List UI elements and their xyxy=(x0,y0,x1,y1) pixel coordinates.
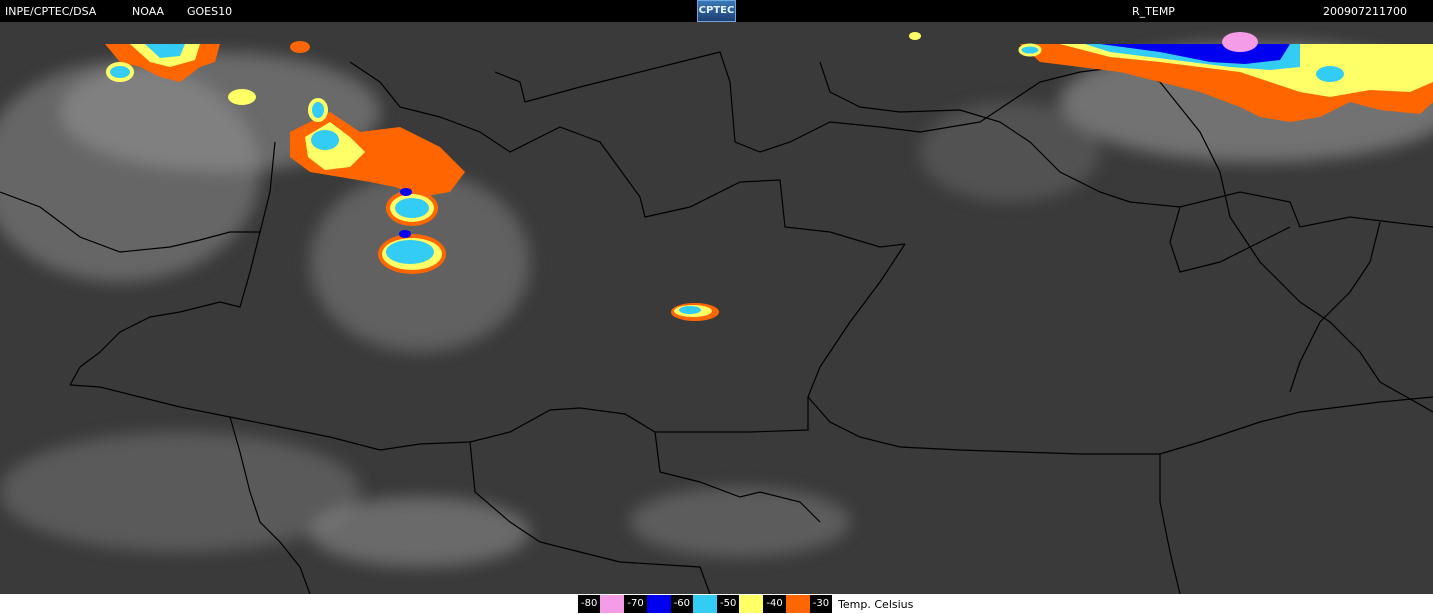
legend-label-minus70: -70 xyxy=(624,595,647,613)
legend-swatch-orange xyxy=(785,595,810,613)
legend-swatch-yellow xyxy=(739,595,764,613)
storm-west-core-2 xyxy=(308,98,328,122)
cloud-area-south xyxy=(310,497,530,567)
satellite-image xyxy=(0,22,1433,595)
storm-center-1-coldest xyxy=(400,188,412,196)
storm-center-1-core xyxy=(395,198,429,218)
storm-northeast-cell xyxy=(1316,66,1344,82)
legend-swatch-blue xyxy=(646,595,671,613)
legend-label-minus30: -30 xyxy=(809,595,833,613)
timestamp-label: 200907211700 xyxy=(1323,5,1407,18)
cloud-area-amazon xyxy=(920,102,1100,202)
source-label: NOAA xyxy=(132,5,165,18)
storm-cell-nw-2 xyxy=(228,89,256,105)
cptec-logo: CPTEC xyxy=(697,0,736,22)
agency-label: INPE/CPTEC/DSA xyxy=(5,5,97,18)
storm-cell-nw-1 xyxy=(106,62,134,82)
temperature-legend: -80 -70 -60 -50 -40 -30 Temp. Celsius xyxy=(578,595,913,613)
legend-label-minus50: -50 xyxy=(717,595,740,613)
storm-center-2-core xyxy=(386,240,434,264)
storm-northeast-west-cell xyxy=(1018,43,1042,57)
header-bar: INPE/CPTEC/DSA NOAA GOES10 CPTEC R_TEMP … xyxy=(0,0,1433,22)
storm-northeast-peak xyxy=(1222,32,1258,52)
legend-label-minus60: -60 xyxy=(670,595,694,613)
legend-label-minus40: -40 xyxy=(763,595,786,613)
legend-swatch-cyan xyxy=(693,595,718,613)
satellite-map-svg xyxy=(0,22,1433,595)
legend-label-minus80: -80 xyxy=(578,595,601,613)
cloud-area-southwest xyxy=(0,432,360,552)
satellite-label: GOES10 xyxy=(187,5,233,18)
storm-west-core-1 xyxy=(311,130,339,150)
storm-center-2-coldest xyxy=(399,230,411,238)
storm-northeast-small-cell xyxy=(909,32,921,40)
product-label: R_TEMP xyxy=(1132,5,1175,18)
storm-cell-nw-3 xyxy=(290,41,310,53)
storm-isolated-core xyxy=(679,306,701,314)
legend-swatch-pink xyxy=(600,595,625,613)
legend-unit: Temp. Celsius xyxy=(838,597,914,611)
